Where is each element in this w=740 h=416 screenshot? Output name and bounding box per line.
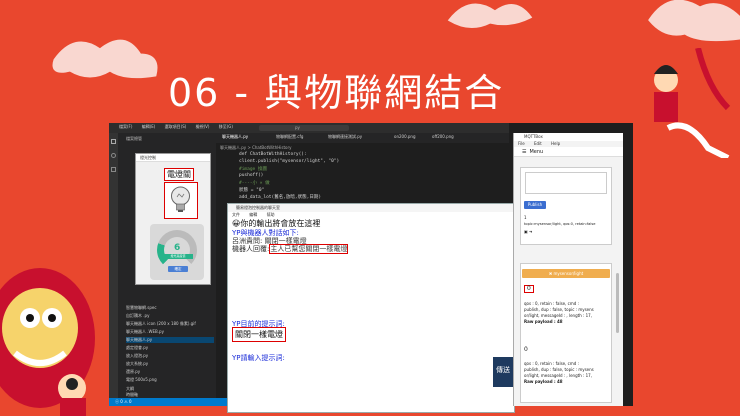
file-item[interactable]: 還原.py — [126, 369, 140, 375]
bot-reply-highlight: 主人已幫您關閉一樣電燈 — [269, 244, 349, 254]
sidebar-header: 檔案總管 — [126, 136, 142, 141]
menu-edit-mqtt[interactable]: Edit — [534, 141, 542, 146]
file-item[interactable]: 電燈 500x5.png — [126, 377, 157, 383]
explorer-icon[interactable] — [111, 139, 116, 144]
breadcrumb: 聊天機器人.py > ChatBotWithHistory — [220, 145, 292, 150]
file-item[interactable]: 放大系統.py — [126, 361, 148, 367]
published-message: topic:mysensor/light, qos:0, retain:fals… — [524, 222, 596, 226]
tab-iot-test[interactable]: 物聯網連接測試.py — [328, 134, 362, 140]
copy-icon[interactable]: ▣ ➜ — [524, 229, 532, 235]
tab-config[interactable]: 物聯網配置.cfg — [276, 134, 303, 140]
mqttbox-window: MQTTBox File Edit Help ☰ Menu Publish 1 t… — [513, 133, 623, 406]
menu-file[interactable]: 檔案(F) — [119, 124, 132, 129]
prompt-input[interactable] — [232, 362, 487, 402]
vscode-menu: 檔案(F) 編輯(E) 選取項目(S) 檢視(V) 移至(G) — [119, 124, 241, 130]
menu-help[interactable]: 幫助 — [267, 212, 275, 217]
file-item[interactable]: 放入燈泡.py — [126, 353, 148, 359]
confirm-button[interactable]: 確定 — [168, 266, 188, 272]
source-control-icon[interactable] — [111, 167, 116, 172]
code-line: def ChatBotWithHistory(): — [239, 152, 307, 157]
bulb-status-label: 電燈關 — [164, 168, 194, 181]
code-line: #image 換圖 — [239, 167, 267, 172]
code-line: pushoff() — [239, 173, 264, 178]
light-bulb-icon — [171, 186, 190, 212]
file-item[interactable]: 聊天機器人 icon (200 x 180 像素).gif — [126, 321, 196, 327]
bot-reply-prefix: 機器人回覆: — [232, 245, 270, 253]
tab-off200[interactable]: off200.png — [432, 134, 454, 139]
file-item[interactable]: 自訂積木 .py — [126, 313, 149, 319]
message-detail: Raw payload : 48 — [524, 379, 563, 384]
code-line: client.publish("mysensor/light", "0") — [239, 159, 340, 164]
lucky-child-illustration — [654, 48, 731, 158]
bulb-control-window: 燈光控制 電燈關 6 燈光亮度值 確定 — [135, 153, 211, 285]
menu-go[interactable]: 移至(G) — [219, 124, 233, 129]
search-icon[interactable] — [111, 153, 116, 158]
bot-reply: 機器人回覆:主人已幫您關閉一樣電燈 — [232, 244, 349, 254]
file-item[interactable]: 處定燈會.py — [126, 345, 148, 351]
menu-edit-chat[interactable]: 編輯 — [249, 212, 257, 217]
received-value: 0 — [524, 346, 528, 353]
tab-on200[interactable]: on200.png — [394, 134, 416, 139]
current-prompt-value: 關閉一樣電燈 — [232, 327, 286, 342]
search-text: py — [295, 125, 300, 130]
scrollbar[interactable] — [616, 273, 619, 333]
subscribe-topic-bar[interactable]: ✖ mysensor/light — [522, 269, 610, 278]
bulb-image-frame — [164, 182, 198, 219]
code-line: 狀態 = "0" — [239, 188, 265, 193]
code-line: #----小 × 做 — [239, 181, 270, 186]
menu-document[interactable]: 文件 — [232, 212, 240, 217]
command-search-input[interactable]: py — [259, 125, 349, 131]
menu-edit[interactable]: 編輯(E) — [142, 124, 156, 129]
message-detail: Raw payload : 48 — [524, 319, 563, 324]
menu-file-mqtt[interactable]: File — [518, 141, 525, 146]
nav-menu-label[interactable]: Menu — [529, 149, 543, 155]
brightness-panel: 6 燈光亮度值 確定 — [150, 224, 204, 280]
bulb-window-title: 燈光控制 — [136, 154, 210, 162]
editor-tabs: 聊天機器人.py 物聯網配置.cfg 物聯網連接測試.py on200.png … — [216, 133, 509, 143]
vscode-titlebar: 檔案(F) 編輯(E) 選取項目(S) 檢視(V) 移至(G) py — [109, 123, 509, 133]
lion-dance-illustration — [0, 268, 95, 416]
file-item[interactable]: 智慧物聯網.spec — [126, 305, 157, 311]
payload-input[interactable] — [525, 172, 607, 194]
activity-bar — [109, 133, 118, 398]
slide-title: 06 - 與物聯網結合 — [168, 71, 505, 115]
received-value-boxed: 0 — [524, 285, 534, 293]
brightness-value: 6 — [174, 243, 181, 253]
menu-help-mqtt[interactable]: Help — [551, 141, 560, 146]
publish-button[interactable]: Publish — [524, 201, 546, 209]
subscribe-topic: mysensor/light — [553, 271, 584, 276]
chat-window-title: 簡易燈泡控制器的聊天室 — [228, 204, 514, 212]
mqttbox-title: MQTTBox — [514, 133, 623, 141]
menu-view[interactable]: 檢視(V) — [196, 124, 210, 129]
mqttbox-nav: ☰ Menu — [514, 147, 623, 157]
chat-window: 簡易燈泡控制器的聊天室 文件 編輯 幫助 😀你的輸出將會放在這裡 YP與機器人對… — [227, 203, 517, 413]
hamburger-icon[interactable]: ☰ — [522, 149, 526, 155]
file-item-selected[interactable]: 聊天機器人.py — [126, 337, 214, 343]
tab-chatbot[interactable]: 聊天機器人.py — [222, 134, 248, 140]
menu-selection[interactable]: 選取項目(S) — [165, 124, 187, 129]
file-item[interactable]: 聊天機器人 .WEB.py — [126, 329, 164, 335]
brightness-label: 燈光亮度值 — [163, 254, 193, 259]
code-line: add_data_lot(舊名,放暗,狀態,日期) — [239, 195, 322, 200]
problems-status[interactable]: ⓧ 0 ⚠ 0 — [115, 399, 132, 405]
